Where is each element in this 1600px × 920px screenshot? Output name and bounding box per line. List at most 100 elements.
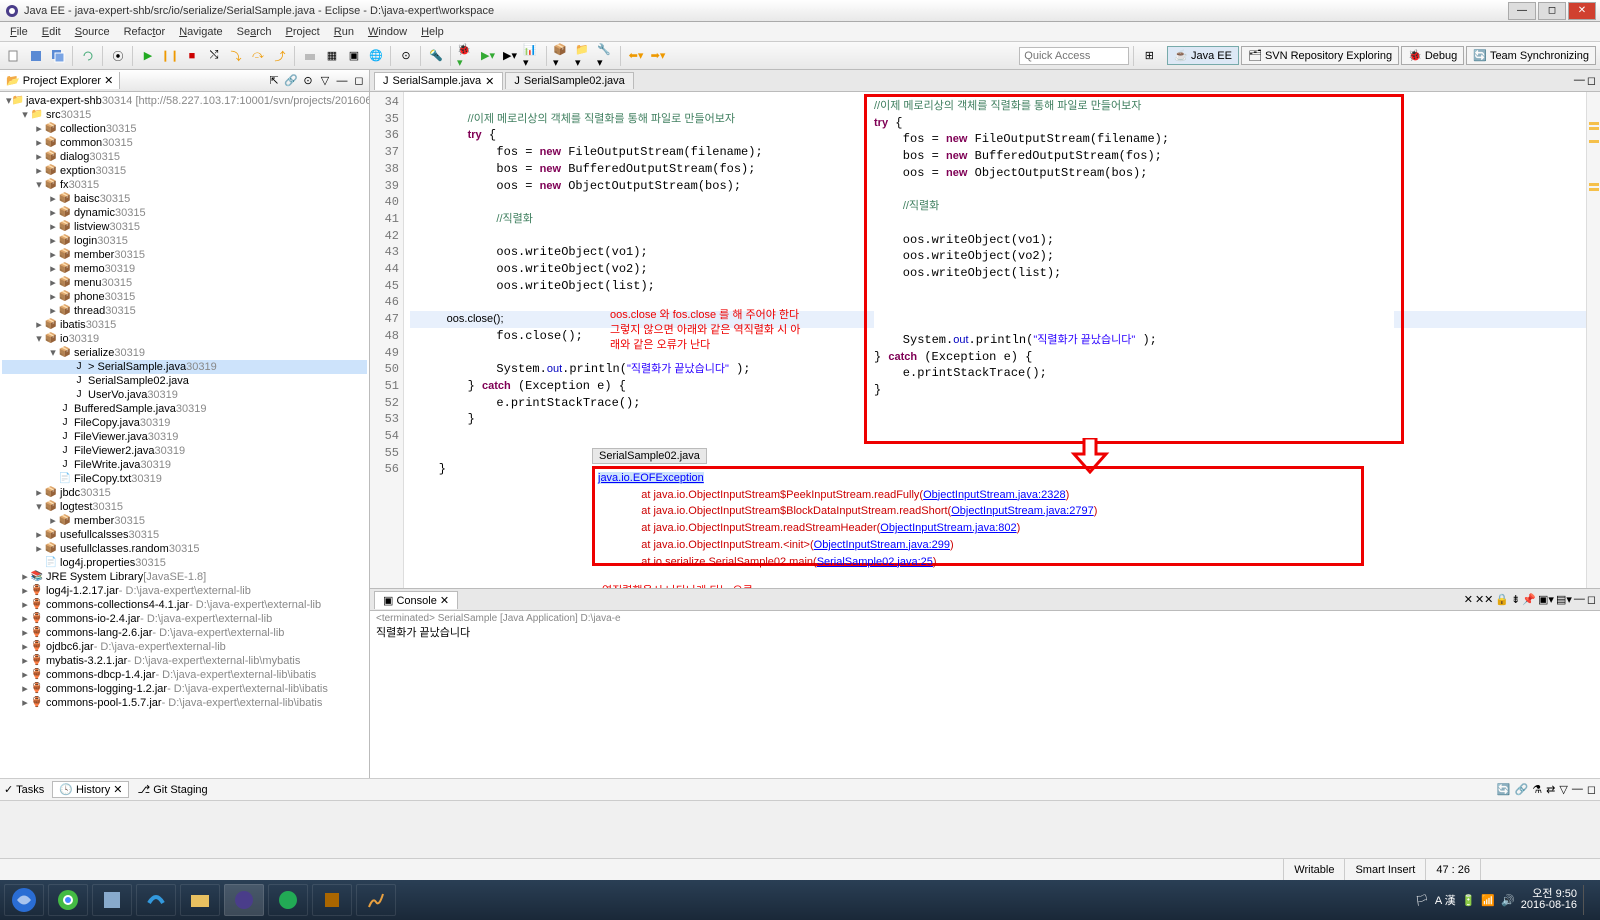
debug-dropdown[interactable]: 🐞▾	[456, 46, 476, 66]
console-body[interactable]: <terminated> SerialSample [Java Applicat…	[370, 611, 1600, 778]
new-jee-button[interactable]: ▣	[344, 46, 364, 66]
link-icon[interactable]: 🔗	[1515, 783, 1529, 796]
minimize-view-icon[interactable]: —	[334, 73, 350, 89]
git-staging-tab[interactable]: ⎇ Git Staging	[137, 783, 207, 796]
tree-node[interactable]: ▾📦io 30319	[2, 332, 367, 346]
disconnect-button[interactable]: ⤭	[204, 46, 224, 66]
tray-sound-icon[interactable]: 🔊	[1501, 894, 1515, 907]
taskbar-explorer[interactable]	[180, 884, 220, 916]
tree-node[interactable]: ▸🏺log4j-1.2.17.jar - D:\java-expert\exte…	[2, 584, 367, 598]
editor-tab-serialsample[interactable]: JSerialSample.java✕	[374, 72, 503, 90]
tree-node[interactable]: ▸🏺commons-io-2.4.jar - D:\java-expert\ex…	[2, 612, 367, 626]
tree-node[interactable]: JUserVo.java 30319	[2, 388, 367, 402]
clear-console-icon[interactable]: ✕	[1464, 593, 1473, 606]
console-tab[interactable]: ▣ Console ✕	[374, 591, 458, 609]
perspective-team[interactable]: 🔄Team Synchronizing	[1466, 46, 1596, 65]
tree-node[interactable]: ▸📦jbdc 30315	[2, 486, 367, 500]
search-button[interactable]: 🔦	[426, 46, 446, 66]
tree-node[interactable]: ▸📦login 30315	[2, 234, 367, 248]
taskbar-item1[interactable]	[92, 884, 132, 916]
tray-battery-icon[interactable]: 🔋	[1462, 894, 1476, 907]
tree-node[interactable]: ▸📦exption 30315	[2, 164, 367, 178]
open-perspective-button[interactable]: ⊞	[1139, 46, 1159, 66]
run-last-button[interactable]: ▶▾	[500, 46, 520, 66]
tree-node[interactable]: ▾📦logtest 30315	[2, 500, 367, 514]
tree-node[interactable]: JSerialSample02.java	[2, 374, 367, 388]
quick-access-input[interactable]	[1019, 47, 1129, 65]
save-all-button[interactable]	[48, 46, 68, 66]
minimize-button[interactable]: —	[1508, 2, 1536, 20]
open-console-icon[interactable]: ▤▾	[1556, 593, 1572, 606]
view-menu2-icon[interactable]: ▽	[1559, 783, 1567, 796]
tree-node[interactable]: JFileCopy.java 30319	[2, 416, 367, 430]
coverage-button[interactable]: 📊▾	[522, 46, 542, 66]
menu-source[interactable]: Source	[69, 24, 116, 40]
tree-node[interactable]: ▸📦dialog 30315	[2, 150, 367, 164]
tree-node[interactable]: ▸🏺commons-logging-1.2.jar - D:\java-expe…	[2, 682, 367, 696]
tree-node[interactable]: ▸🏺commons-dbcp-1.4.jar - D:\java-expert\…	[2, 668, 367, 682]
taskbar-item4[interactable]	[356, 884, 396, 916]
close-tab-icon[interactable]: ✕	[485, 75, 494, 88]
taskbar-eclipse[interactable]	[224, 884, 264, 916]
new-dynamic-web-button[interactable]: 🌐	[366, 46, 386, 66]
tree-node[interactable]: ▸📦usefullcalsses 30315	[2, 528, 367, 542]
perspective-debug[interactable]: 🐞Debug	[1401, 46, 1464, 65]
tree-node[interactable]: ▸📦member 30315	[2, 248, 367, 262]
menu-help[interactable]: Help	[415, 24, 450, 40]
new-drop2-button[interactable]: 📁▾	[574, 46, 594, 66]
tree-node[interactable]: ▸📦ibatis 30315	[2, 318, 367, 332]
editor-maximize-icon[interactable]: ◻	[1587, 74, 1596, 87]
tree-node[interactable]: ▸🏺commons-collections4-4.1.jar - D:\java…	[2, 598, 367, 612]
tray-show-desktop[interactable]	[1583, 885, 1590, 915]
menu-run[interactable]: Run	[328, 24, 360, 40]
maximize-view-icon[interactable]: ◻	[351, 73, 367, 89]
tree-node[interactable]: JFileViewer.java 30319	[2, 430, 367, 444]
focus-task-icon[interactable]: ⊙	[300, 73, 316, 89]
step-return-icon[interactable]: ⤴	[270, 46, 290, 66]
new-drop-button[interactable]: 📦▾	[552, 46, 572, 66]
tree-node[interactable]: ▸🏺commons-pool-1.5.7.jar - D:\java-exper…	[2, 696, 367, 710]
menu-project[interactable]: Project	[280, 24, 326, 40]
tree-node[interactable]: ▸📦usefullclasses.random 30315	[2, 542, 367, 556]
tree-node[interactable]: ▸📦memo 30319	[2, 262, 367, 276]
open-type-button[interactable]: ⊙	[396, 46, 416, 66]
tree-node[interactable]: J> SerialSample.java 30319	[2, 360, 367, 374]
remove-launch-icon[interactable]: ✕✕	[1475, 593, 1493, 606]
start-button[interactable]	[4, 884, 44, 916]
refresh-icon[interactable]: 🔄	[1497, 783, 1511, 796]
tree-node[interactable]: JFileViewer2.java 30319	[2, 444, 367, 458]
filter-icon[interactable]: ⚗	[1532, 783, 1542, 796]
tree-node[interactable]: ▸📦thread 30315	[2, 304, 367, 318]
perspective-svn[interactable]: 🗂SVN Repository Exploring	[1241, 46, 1399, 65]
console-pin-icon[interactable]: 📌	[1522, 593, 1536, 606]
tree-node[interactable]: 📄FileCopy.txt 30319	[2, 472, 367, 486]
tray-flag-icon[interactable]: 🏳	[1415, 894, 1429, 907]
tree-node[interactable]: ▸📦menu 30315	[2, 276, 367, 290]
back-button[interactable]: ⬅▾	[626, 46, 646, 66]
taskbar-chrome[interactable]	[48, 884, 88, 916]
tree-node[interactable]: ▾📁java-expert-shb 30314 [http://58.227.1…	[2, 94, 367, 108]
max2-icon[interactable]: ◻	[1587, 783, 1596, 796]
tray-date[interactable]: 2016-08-16	[1521, 900, 1577, 911]
menu-search[interactable]: Search	[231, 24, 278, 40]
tree-node[interactable]: ▸🏺ojdbc6.jar - D:\java-expert\external-l…	[2, 640, 367, 654]
forward-button[interactable]: ➡▾	[648, 46, 668, 66]
editor-tab-serialsample02[interactable]: JSerialSample02.java	[505, 72, 633, 89]
tree-node[interactable]: ▸📦baisc 30315	[2, 192, 367, 206]
resume-button[interactable]: ▶	[138, 46, 158, 66]
tree-node[interactable]: ▸📦dynamic 30315	[2, 206, 367, 220]
tree-node[interactable]: ▸📦common 30315	[2, 136, 367, 150]
console-lock-icon[interactable]: 🔒	[1495, 593, 1509, 606]
tree-node[interactable]: ▾📦serialize 30319	[2, 346, 367, 360]
taskbar-item3[interactable]	[312, 884, 352, 916]
taskbar-item2[interactable]	[268, 884, 308, 916]
tree-node[interactable]: ▸🏺mybatis-3.2.1.jar - D:\java-expert\ext…	[2, 654, 367, 668]
console-min-icon[interactable]: —	[1574, 593, 1585, 606]
project-explorer-tab[interactable]: 📂 Project Explorer ✕	[0, 72, 120, 89]
skip-breakpoints-icon[interactable]: ⦿	[108, 46, 128, 66]
synchronize-button[interactable]	[78, 46, 98, 66]
tree-node[interactable]: ▾📦fx 30315	[2, 178, 367, 192]
tree-node[interactable]: ▸🏺commons-lang-2.6.jar - D:\java-expert\…	[2, 626, 367, 640]
close-button[interactable]: ✕	[1568, 2, 1596, 20]
tree-node[interactable]: ▸📚JRE System Library [JavaSE-1.8]	[2, 570, 367, 584]
